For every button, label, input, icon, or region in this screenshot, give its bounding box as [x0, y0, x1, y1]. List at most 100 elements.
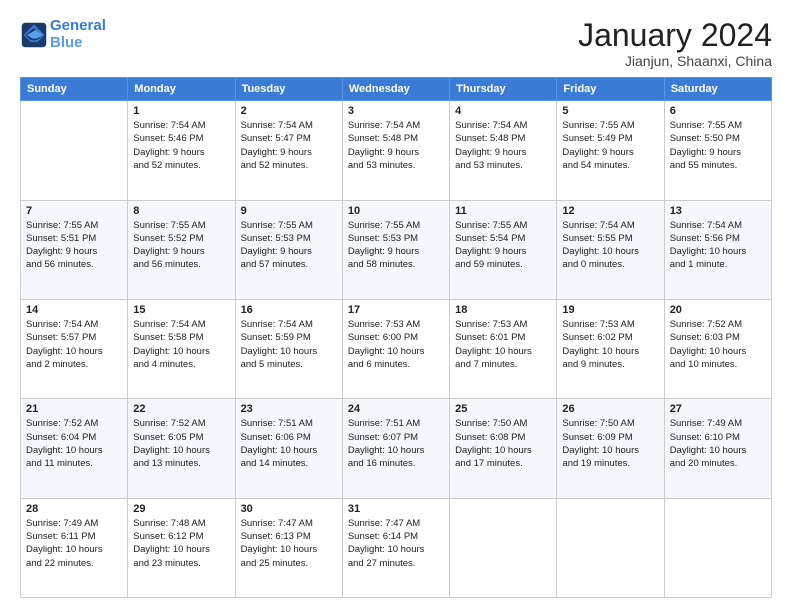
location-subtitle: Jianjun, Shaanxi, China	[578, 53, 772, 69]
cell-info: Sunrise: 7:51 AMSunset: 6:06 PMDaylight:…	[241, 417, 337, 470]
weekday-header-row: SundayMondayTuesdayWednesdayThursdayFrid…	[21, 78, 772, 101]
cell-info: Sunrise: 7:54 AMSunset: 5:48 PMDaylight:…	[348, 119, 444, 172]
cell-info: Sunrise: 7:48 AMSunset: 6:12 PMDaylight:…	[133, 517, 229, 570]
cell-info: Sunrise: 7:54 AMSunset: 5:46 PMDaylight:…	[133, 119, 229, 172]
cell-info: Sunrise: 7:52 AMSunset: 6:04 PMDaylight:…	[26, 417, 122, 470]
day-number: 21	[26, 403, 122, 415]
day-number: 5	[562, 105, 658, 117]
cell-info: Sunrise: 7:55 AMSunset: 5:53 PMDaylight:…	[241, 219, 337, 272]
weekday-header-saturday: Saturday	[664, 78, 771, 101]
week-row-3: 14 Sunrise: 7:54 AMSunset: 5:57 PMDayligh…	[21, 299, 772, 398]
logo-line2: Blue	[50, 34, 83, 51]
cell-info: Sunrise: 7:50 AMSunset: 6:08 PMDaylight:…	[455, 417, 551, 470]
calendar-cell: 3Sunrise: 7:54 AMSunset: 5:48 PMDaylight…	[342, 101, 449, 200]
page: GeneralBlue January 2024 Jianjun, Shaanx…	[0, 0, 792, 612]
day-number: 10	[348, 205, 444, 217]
day-number: 1	[133, 105, 229, 117]
day-number: 2	[241, 105, 337, 117]
calendar-cell: 28Sunrise: 7:49 AMSunset: 6:11 PMDayligh…	[21, 498, 128, 597]
calendar-cell: 5 Sunrise: 7:55 AMSunset: 5:49 PMDaylight…	[557, 101, 664, 200]
week-row-5: 28Sunrise: 7:49 AMSunset: 6:11 PMDayligh…	[21, 498, 772, 597]
calendar-cell: 16 Sunrise: 7:54 AMSunset: 5:59 PMDayligh…	[235, 299, 342, 398]
calendar-cell: 30 Sunrise: 7:47 AMSunset: 6:13 PMDayligh…	[235, 498, 342, 597]
cell-info: Sunrise: 7:54 AMSunset: 5:47 PMDaylight:…	[241, 119, 337, 172]
cell-info: Sunrise: 7:50 AMSunset: 6:09 PMDaylight:…	[562, 417, 658, 470]
calendar-cell: 12Sunrise: 7:54 AMSunset: 5:55 PMDayligh…	[557, 200, 664, 299]
calendar-cell: 20 Sunrise: 7:52 AMSunset: 6:03 PMDayligh…	[664, 299, 771, 398]
calendar-cell: 26 Sunrise: 7:50 AMSunset: 6:09 PMDayligh…	[557, 399, 664, 498]
calendar-cell: 19 Sunrise: 7:53 AMSunset: 6:02 PMDayligh…	[557, 299, 664, 398]
weekday-header-sunday: Sunday	[21, 78, 128, 101]
cell-info: Sunrise: 7:49 AMSunset: 6:11 PMDaylight:…	[26, 517, 122, 570]
cell-info: Sunrise: 7:55 AMSunset: 5:53 PMDaylight:…	[348, 219, 444, 272]
weekday-header-wednesday: Wednesday	[342, 78, 449, 101]
cell-info: Sunrise: 7:55 AMSunset: 5:49 PMDaylight:…	[562, 119, 658, 172]
calendar-cell: 6 Sunrise: 7:55 AMSunset: 5:50 PMDaylight…	[664, 101, 771, 200]
day-number: 8	[133, 205, 229, 217]
logo-line1: General	[50, 17, 106, 34]
cell-info: Sunrise: 7:47 AMSunset: 6:14 PMDaylight:…	[348, 517, 444, 570]
logo-text: GeneralBlue	[50, 18, 106, 51]
week-row-4: 21 Sunrise: 7:52 AMSunset: 6:04 PMDayligh…	[21, 399, 772, 498]
calendar-cell: 15Sunrise: 7:54 AMSunset: 5:58 PMDayligh…	[128, 299, 235, 398]
day-number: 7	[26, 205, 122, 217]
cell-info: Sunrise: 7:55 AMSunset: 5:50 PMDaylight:…	[670, 119, 766, 172]
calendar-cell	[21, 101, 128, 200]
calendar-cell	[664, 498, 771, 597]
title-block: January 2024 Jianjun, Shaanxi, China	[578, 18, 772, 69]
calendar-cell: 11Sunrise: 7:55 AMSunset: 5:54 PMDayligh…	[450, 200, 557, 299]
day-number: 24	[348, 403, 444, 415]
cell-info: Sunrise: 7:54 AMSunset: 5:57 PMDaylight:…	[26, 318, 122, 371]
day-number: 15	[133, 304, 229, 316]
calendar-cell: 21 Sunrise: 7:52 AMSunset: 6:04 PMDayligh…	[21, 399, 128, 498]
day-number: 6	[670, 105, 766, 117]
day-number: 19	[562, 304, 658, 316]
calendar-cell: 22 Sunrise: 7:52 AMSunset: 6:05 PMDayligh…	[128, 399, 235, 498]
day-number: 16	[241, 304, 337, 316]
cell-info: Sunrise: 7:52 AMSunset: 6:03 PMDaylight:…	[670, 318, 766, 371]
day-number: 13	[670, 205, 766, 217]
calendar-cell: 1 Sunrise: 7:54 AMSunset: 5:46 PMDaylight…	[128, 101, 235, 200]
calendar-cell	[557, 498, 664, 597]
day-number: 29	[133, 503, 229, 515]
calendar-table: SundayMondayTuesdayWednesdayThursdayFrid…	[20, 77, 772, 598]
day-number: 22	[133, 403, 229, 415]
cell-info: Sunrise: 7:47 AMSunset: 6:13 PMDaylight:…	[241, 517, 337, 570]
calendar-cell: 24Sunrise: 7:51 AMSunset: 6:07 PMDayligh…	[342, 399, 449, 498]
calendar-cell: 18 Sunrise: 7:53 AMSunset: 6:01 PMDayligh…	[450, 299, 557, 398]
day-number: 14	[26, 304, 122, 316]
day-number: 9	[241, 205, 337, 217]
week-row-2: 7 Sunrise: 7:55 AMSunset: 5:51 PMDaylight…	[21, 200, 772, 299]
weekday-header-tuesday: Tuesday	[235, 78, 342, 101]
day-number: 17	[348, 304, 444, 316]
day-number: 25	[455, 403, 551, 415]
day-number: 20	[670, 304, 766, 316]
day-number: 30	[241, 503, 337, 515]
cell-info: Sunrise: 7:52 AMSunset: 6:05 PMDaylight:…	[133, 417, 229, 470]
calendar-cell: 10 Sunrise: 7:55 AMSunset: 5:53 PMDayligh…	[342, 200, 449, 299]
week-row-1: 1 Sunrise: 7:54 AMSunset: 5:46 PMDaylight…	[21, 101, 772, 200]
cell-info: Sunrise: 7:53 AMSunset: 6:02 PMDaylight:…	[562, 318, 658, 371]
cell-info: Sunrise: 7:55 AMSunset: 5:52 PMDaylight:…	[133, 219, 229, 272]
cell-info: Sunrise: 7:54 AMSunset: 5:56 PMDaylight:…	[670, 219, 766, 272]
calendar-cell	[450, 498, 557, 597]
cell-info: Sunrise: 7:54 AMSunset: 5:59 PMDaylight:…	[241, 318, 337, 371]
day-number: 18	[455, 304, 551, 316]
weekday-header-monday: Monday	[128, 78, 235, 101]
day-number: 26	[562, 403, 658, 415]
day-number: 4	[455, 105, 551, 117]
calendar-cell: 29 Sunrise: 7:48 AMSunset: 6:12 PMDayligh…	[128, 498, 235, 597]
calendar-cell: 17 Sunrise: 7:53 AMSunset: 6:00 PMDayligh…	[342, 299, 449, 398]
calendar-cell: 4 Sunrise: 7:54 AMSunset: 5:48 PMDaylight…	[450, 101, 557, 200]
calendar-cell: 14 Sunrise: 7:54 AMSunset: 5:57 PMDayligh…	[21, 299, 128, 398]
calendar-cell: 8 Sunrise: 7:55 AMSunset: 5:52 PMDaylight…	[128, 200, 235, 299]
weekday-header-friday: Friday	[557, 78, 664, 101]
calendar-cell: 23Sunrise: 7:51 AMSunset: 6:06 PMDayligh…	[235, 399, 342, 498]
cell-info: Sunrise: 7:53 AMSunset: 6:00 PMDaylight:…	[348, 318, 444, 371]
cell-info: Sunrise: 7:54 AMSunset: 5:48 PMDaylight:…	[455, 119, 551, 172]
cell-info: Sunrise: 7:49 AMSunset: 6:10 PMDaylight:…	[670, 417, 766, 470]
cell-info: Sunrise: 7:53 AMSunset: 6:01 PMDaylight:…	[455, 318, 551, 371]
cell-info: Sunrise: 7:55 AMSunset: 5:51 PMDaylight:…	[26, 219, 122, 272]
month-title: January 2024	[578, 18, 772, 53]
day-number: 12	[562, 205, 658, 217]
